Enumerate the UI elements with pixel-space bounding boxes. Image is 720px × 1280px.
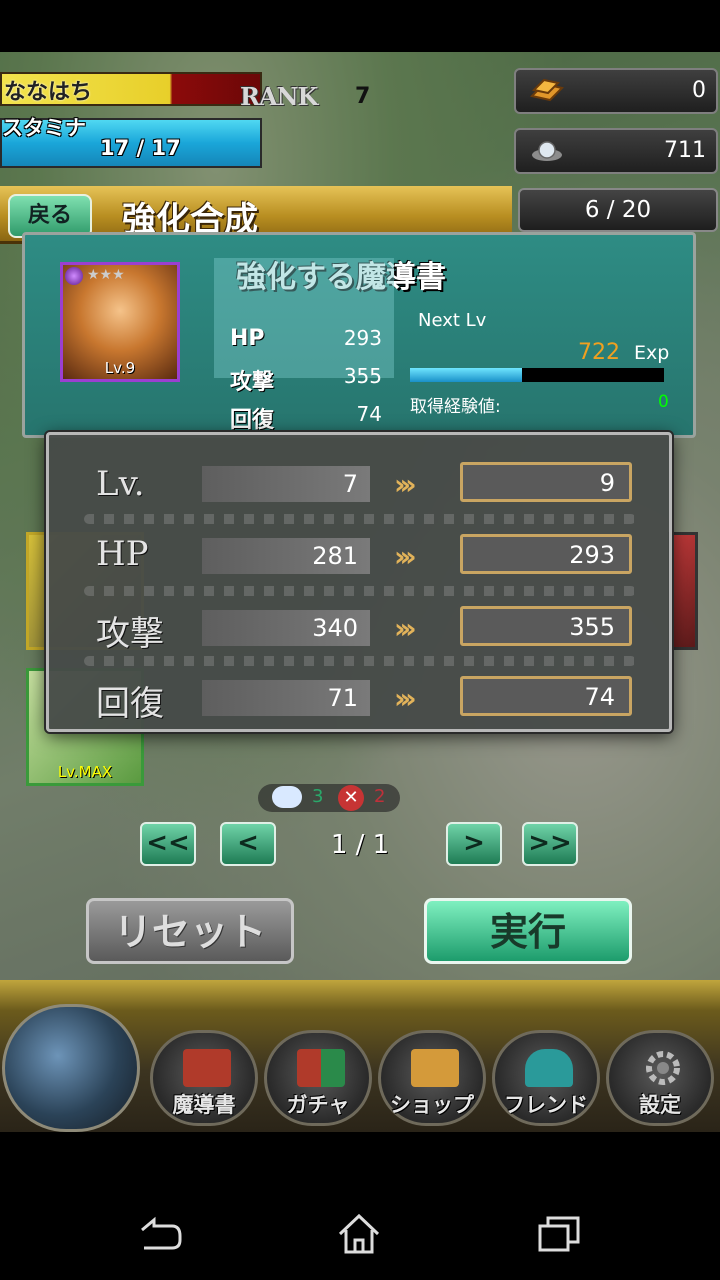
divider (84, 586, 636, 596)
stat-value: 355 (343, 364, 382, 388)
material-card[interactable] (668, 532, 698, 650)
card-level: Lv.MAX (57, 763, 113, 781)
modal-old-hp: 281 (202, 538, 370, 574)
reset-button[interactable]: リセット (86, 898, 294, 964)
nav-friend[interactable]: フレンド (492, 1030, 600, 1126)
stat-label: 攻撃 (230, 370, 275, 395)
modal-label-attack: 攻撃 (96, 614, 164, 654)
globe-icon[interactable] (2, 1004, 140, 1132)
gain-exp-label: 取得経験値: (410, 397, 501, 417)
nav-label: フレンド (504, 1093, 588, 1117)
first-page-button[interactable]: << (140, 822, 196, 866)
cards-icon (297, 1049, 345, 1087)
recent-apps-icon[interactable] (534, 1212, 584, 1256)
nav-label: ショップ (390, 1093, 474, 1117)
stat-value: 293 (343, 326, 382, 350)
modal-label-lv: Lv. (96, 464, 145, 504)
next-lv-label: Next Lv (418, 310, 487, 331)
stat-label: 回復 (230, 408, 275, 433)
selection-counter: 3 ✕ 2 (258, 784, 400, 812)
nav-label: 設定 (639, 1093, 681, 1117)
cloud-icon (272, 786, 302, 808)
ok-count: 3 (312, 786, 324, 807)
modal-new-attack: 355 (460, 606, 632, 646)
execute-button[interactable]: 実行 (424, 898, 632, 964)
stat-value: 74 (356, 402, 382, 426)
old-value: 7 (342, 470, 358, 498)
modal-old-heal: 71 (202, 680, 370, 716)
modal-new-heal: 74 (460, 676, 632, 716)
arrow-icon: ››› (394, 540, 416, 573)
gear-icon (646, 1051, 680, 1085)
prev-page-button[interactable]: < (220, 822, 276, 866)
back-icon[interactable] (134, 1212, 184, 1256)
modal-old-attack: 340 (202, 610, 370, 646)
exp-progress-bar (410, 368, 664, 382)
nav-shop[interactable]: ショップ (378, 1030, 486, 1126)
ng-count: 2 (374, 786, 386, 807)
divider (84, 656, 636, 666)
modal-old-lv: 7 (202, 466, 370, 502)
old-value: 71 (327, 684, 358, 712)
modal-label-heal: 回復 (96, 684, 164, 724)
cross-icon: ✕ (338, 785, 364, 811)
divider (84, 514, 636, 524)
old-value: 281 (312, 542, 358, 570)
nav-label: ガチャ (286, 1093, 350, 1117)
page-indicator: 1 / 1 (330, 830, 390, 860)
grimoire-portrait[interactable]: ★★★ Lv.9 (60, 262, 180, 382)
new-value: 355 (569, 613, 615, 641)
next-page-button[interactable]: > (446, 822, 502, 866)
modal-new-hp: 293 (460, 534, 632, 574)
new-value: 293 (569, 541, 615, 569)
new-value: 9 (599, 469, 615, 497)
arrow-icon: ››› (394, 682, 416, 715)
old-value: 340 (312, 614, 358, 642)
arrow-icon: ››› (394, 468, 416, 501)
home-icon[interactable] (334, 1212, 384, 1256)
title-section: 戻る 強化合成 6 / 20 (0, 52, 720, 244)
element-orb-icon (65, 267, 83, 285)
friend-icon (525, 1049, 573, 1087)
gain-exp-value: 0 (658, 392, 669, 412)
modal-new-lv: 9 (460, 462, 632, 502)
rarity-stars: ★★★ (87, 267, 125, 283)
grimoire-count: 6 / 20 (518, 188, 718, 232)
grimoire-level: Lv.9 (104, 359, 136, 377)
stat-box (214, 258, 394, 378)
modal-label-hp: HP (96, 534, 149, 574)
stat-label: HP (230, 326, 265, 351)
nav-settings[interactable]: 設定 (606, 1030, 714, 1126)
exp-unit: Exp (634, 342, 670, 364)
nav-gacha[interactable]: ガチャ (264, 1030, 372, 1126)
exp-value: 722 (578, 340, 620, 365)
gold-bars-icon (411, 1049, 459, 1087)
nav-label: 魔導書 (172, 1093, 236, 1117)
exp-progress-fill (410, 368, 522, 382)
last-page-button[interactable]: >> (522, 822, 578, 866)
arrow-icon: ››› (394, 612, 416, 645)
book-icon (183, 1049, 231, 1087)
nav-grimoire[interactable]: 魔導書 (150, 1030, 258, 1126)
new-value: 74 (584, 683, 615, 711)
